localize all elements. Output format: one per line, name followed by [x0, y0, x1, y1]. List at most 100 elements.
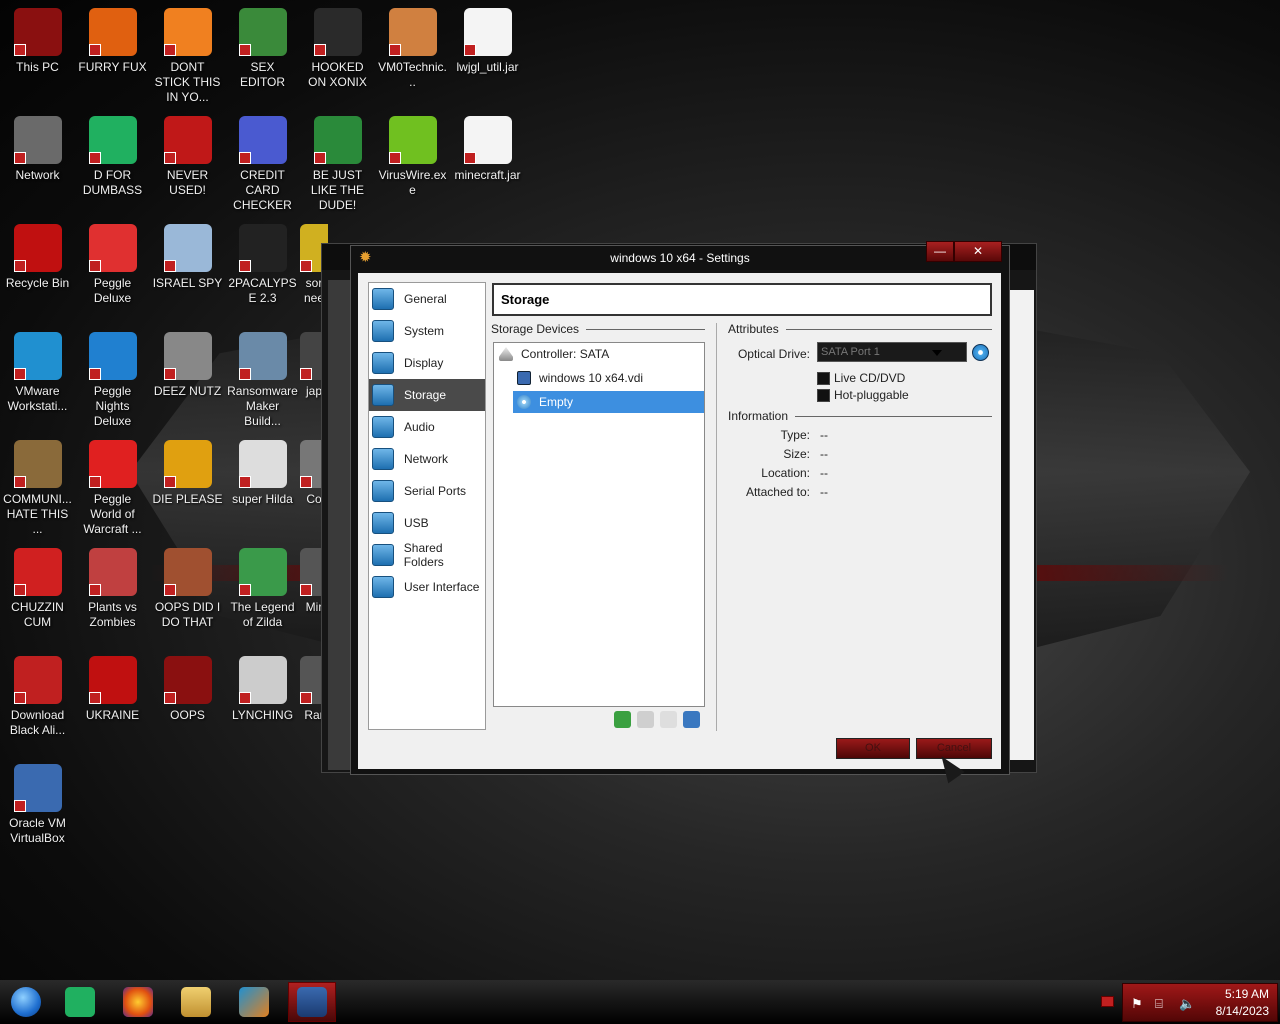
pane-divider[interactable] — [716, 323, 717, 731]
app-icon — [13, 332, 62, 380]
taskbar-virtualbox-button[interactable] — [288, 982, 336, 1022]
desktop-icon[interactable]: OOPS DID I DO THAT — [150, 544, 225, 644]
taskbar-d-for-dumbass-button[interactable] — [58, 982, 102, 1022]
desktop-icon-label: FURRY FUX — [78, 60, 147, 74]
desktop-icon[interactable]: Download Black Ali... — [0, 652, 75, 752]
desktop-icon[interactable]: D FOR DUMBASS — [75, 112, 150, 212]
remove-attachment-icon[interactable] — [683, 711, 700, 728]
ok-button[interactable]: OK — [836, 738, 910, 759]
desktop-icon[interactable]: Ransomware Maker Build... — [225, 328, 300, 428]
app-icon — [238, 548, 287, 596]
nav-item-network[interactable]: Network — [369, 443, 485, 475]
live-cd-checkbox[interactable]: Live CD/DVD — [817, 371, 905, 385]
clock[interactable]: 5:19 AM 8/14/2023 — [1216, 986, 1269, 1020]
desktop-icon[interactable]: LYNCHING — [225, 652, 300, 752]
desktop-icon[interactable]: Network — [0, 112, 75, 212]
choose-disk-icon[interactable] — [972, 344, 989, 361]
network-icon[interactable]: ⌸ — [1155, 996, 1163, 1012]
add-attachment-icon[interactable] — [660, 711, 677, 728]
tree-item-vdi[interactable]: windows 10 x64.vdi — [494, 367, 704, 389]
desktop-icon[interactable]: Peggle World of Warcraft ... — [75, 436, 150, 536]
desktop-icon[interactable]: CHUZZIN CUM — [0, 544, 75, 644]
desktop-icon[interactable]: UKRAINE — [75, 652, 150, 752]
desktop-icon[interactable]: super Hilda — [225, 436, 300, 536]
desktop-icon[interactable]: FURRY FUX — [75, 4, 150, 104]
desktop-icon[interactable]: lwjgl_util.jar — [450, 4, 525, 104]
desktop-icon[interactable]: 2PACALYPSE 2.3 — [225, 220, 300, 320]
desktop-icon[interactable]: HOOKED ON XONIX — [300, 4, 375, 104]
tree-controller[interactable]: Controller: SATA — [494, 343, 704, 365]
desktop-icon[interactable]: OOPS — [150, 652, 225, 752]
desktop-icon[interactable]: DIE PLEASE — [150, 436, 225, 536]
desktop-icon[interactable]: ISRAEL SPY — [150, 220, 225, 320]
nav-item-serial-ports[interactable]: Serial Ports — [369, 475, 485, 507]
notification-flag-icon[interactable] — [1101, 996, 1114, 1007]
desktop-icon[interactable]: Peggle Deluxe — [75, 220, 150, 320]
nav-item-label: Storage — [404, 388, 447, 402]
desktop-icon[interactable]: COMMUNI... HATE THIS ... — [0, 436, 75, 536]
desktop-icon-label: The Legend of Zilda — [230, 600, 295, 629]
dialog-titlebar[interactable]: ✹ windows 10 x64 - Settings — [351, 246, 1009, 270]
user-interface-icon — [372, 576, 394, 598]
optical-disc-icon — [517, 395, 531, 409]
nav-item-system[interactable]: System — [369, 315, 485, 347]
optical-drive-select[interactable]: SATA Port 1 — [817, 342, 967, 362]
hot-pluggable-checkbox[interactable]: Hot-pluggable — [817, 388, 909, 402]
desktop-icon[interactable]: VirusWire.exe — [375, 112, 450, 212]
nav-item-storage[interactable]: Storage — [369, 379, 485, 411]
desktop-icon[interactable]: Recycle Bin — [0, 220, 75, 320]
desktop-icon[interactable]: VM0Technic... — [375, 4, 450, 104]
taskbar-file-explorer-button[interactable] — [174, 982, 218, 1022]
add-controller-icon[interactable] — [614, 711, 631, 728]
storage-icon — [372, 384, 394, 406]
tree-item-empty[interactable]: Empty — [513, 391, 704, 413]
close-button[interactable]: ✕ — [954, 241, 1002, 262]
nav-item-user-interface[interactable]: User Interface — [369, 571, 485, 603]
desktop-icon[interactable]: This PC — [0, 4, 75, 104]
live-cd-label: Live CD/DVD — [834, 371, 906, 385]
nav-item-shared-folders[interactable]: Shared Folders — [369, 539, 485, 571]
desktop-icon[interactable]: BE JUST LIKE THE DUDE! — [300, 112, 375, 212]
desktop-icon[interactable]: Peggle Nights Deluxe — [75, 328, 150, 428]
desktop-icon-label: Peggle Deluxe — [93, 276, 132, 305]
desktop-icon[interactable]: DEEZ NUTZ — [150, 328, 225, 428]
desktop-icon-label: Plants vs Zombies — [88, 600, 137, 629]
desktop-icon[interactable]: minecraft.jar — [450, 112, 525, 212]
desktop-icon-label: BE JUST LIKE THE DUDE! — [310, 168, 365, 212]
taskbar-start-orb-button[interactable] — [4, 982, 48, 1022]
nav-item-audio[interactable]: Audio — [369, 411, 485, 443]
usb-icon — [372, 512, 394, 534]
desktop-icon-label: Peggle World of Warcraft ... — [83, 492, 142, 536]
desktop-icon[interactable]: VMware Workstati... — [0, 328, 75, 428]
taskbar-vmware-workstation-button[interactable] — [232, 982, 276, 1022]
volume-icon[interactable]: 🔈 — [1179, 996, 1195, 1012]
app-icon — [88, 548, 137, 596]
action-center-flag-icon[interactable]: ⚑ — [1131, 996, 1143, 1012]
info-value: -- — [820, 485, 828, 499]
clock-time: 5:19 AM — [1224, 987, 1269, 1001]
desktop-icon[interactable]: Oracle VM VirtualBox — [0, 760, 75, 860]
desktop-icon-label: Ransomware Maker Build... — [227, 384, 298, 428]
remove-controller-icon[interactable] — [637, 711, 654, 728]
general-icon — [372, 288, 394, 310]
nav-item-display[interactable]: Display — [369, 347, 485, 379]
desktop-icon[interactable]: Plants vs Zombies — [75, 544, 150, 644]
app-icon — [238, 116, 287, 164]
app-icon — [88, 656, 137, 704]
start-orb-icon — [11, 987, 41, 1017]
taskbar-firefox-button[interactable] — [116, 982, 160, 1022]
app-icon — [13, 8, 62, 56]
app-icon — [13, 440, 62, 488]
information-group: Information — [728, 409, 992, 423]
nav-item-usb[interactable]: USB — [369, 507, 485, 539]
info-value: -- — [820, 447, 828, 461]
desktop-icon[interactable]: DONT STICK THIS IN YO... — [150, 4, 225, 104]
desktop-icon[interactable]: The Legend of Zilda — [225, 544, 300, 644]
nav-item-general[interactable]: General — [369, 283, 485, 315]
storage-tree: Controller: SATA windows 10 x64.vdi Empt… — [493, 342, 705, 707]
minimize-button[interactable]: — — [926, 241, 954, 262]
desktop-icon[interactable]: NEVER USED! — [150, 112, 225, 212]
desktop-icon[interactable]: CREDIT CARD CHECKER — [225, 112, 300, 212]
desktop-icon[interactable]: SEX EDITOR — [225, 4, 300, 104]
app-icon — [163, 8, 212, 56]
